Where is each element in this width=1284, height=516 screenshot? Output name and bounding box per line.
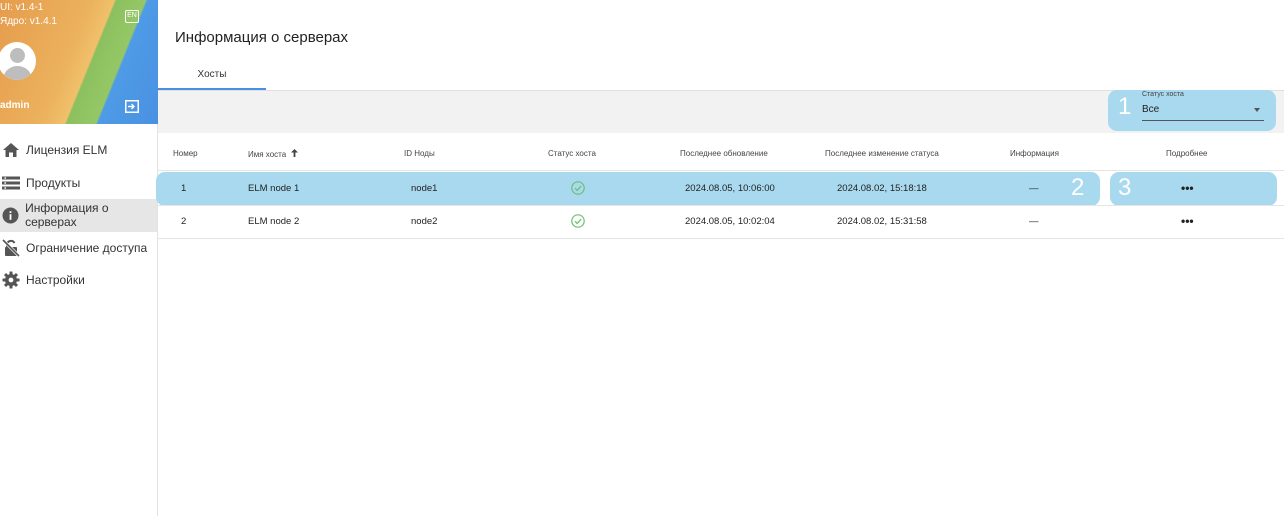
- cell-last-update: 2024.08.05, 10:06:00: [685, 183, 775, 194]
- status-filter-select[interactable]: Все: [1142, 104, 1159, 115]
- more-options-icon[interactable]: •••: [1181, 214, 1194, 228]
- column-header-host-status[interactable]: Статус хоста: [548, 149, 596, 158]
- table-row-divider: [158, 170, 1284, 171]
- profile-header: UI: v1.4-1 Ядро: v1.4.1 EN admin: [0, 0, 158, 124]
- sidebar-item-settings[interactable]: Настройки: [0, 264, 157, 297]
- sidebar-item-label: Настройки: [26, 273, 85, 288]
- language-icon[interactable]: EN: [125, 10, 139, 23]
- callout-number-1: 1: [1118, 93, 1132, 120]
- logout-icon[interactable]: [125, 100, 139, 113]
- status-filter-label: Статус хоста: [1142, 91, 1184, 98]
- sort-arrow-up-icon[interactable]: [291, 149, 299, 159]
- tab-hosts[interactable]: Хосты: [158, 60, 266, 90]
- sidebar-item-label: Информация о серверах: [25, 201, 109, 230]
- column-header-last-status-change[interactable]: Последнее изменение статуса: [825, 149, 939, 158]
- cell-number: 2: [181, 216, 187, 227]
- username: admin: [0, 100, 30, 111]
- column-header-number[interactable]: Номер: [173, 149, 198, 158]
- core-version: Ядро: v1.4.1: [0, 16, 57, 27]
- sidebar-item-server-info[interactable]: Информация о серверах: [0, 199, 157, 232]
- ui-version: UI: v1.4-1: [0, 2, 44, 13]
- column-header-node-id[interactable]: ID Ноды: [404, 149, 435, 158]
- lock-off-icon: [1, 238, 21, 258]
- cell-last-status-change: 2024.08.02, 15:31:58: [837, 216, 927, 227]
- column-header-last-update[interactable]: Последнее обновление: [680, 149, 768, 158]
- sidebar-item-products[interactable]: Продукты: [0, 167, 157, 200]
- sidebar-item-access-restriction[interactable]: Ограничение доступа: [0, 232, 157, 265]
- cell-last-status-change: 2024.08.02, 15:18:18: [837, 183, 927, 194]
- sidebar-item-label: Продукты: [26, 175, 81, 190]
- column-header-details[interactable]: Подробнее: [1166, 149, 1208, 158]
- column-header-info[interactable]: Информация: [1010, 149, 1059, 158]
- avatar: [0, 42, 36, 80]
- status-ok-icon: [571, 214, 585, 228]
- column-header-label: Имя хоста: [248, 150, 287, 159]
- page-title: Информация о серверах: [175, 29, 349, 46]
- cell-number: 1: [181, 183, 187, 194]
- callout-highlight-1: [1108, 90, 1276, 131]
- column-header-hostname[interactable]: Имя хоста: [248, 149, 299, 159]
- sidebar-item-license[interactable]: Лицензия ELM: [0, 134, 157, 167]
- gear-icon: [1, 270, 21, 290]
- table-row-divider: [158, 238, 1284, 239]
- chevron-down-icon[interactable]: [1254, 108, 1260, 112]
- status-filter-underline: [1142, 120, 1264, 121]
- table-row-divider: [158, 205, 1284, 206]
- sidebar-item-label: Ограничение доступа: [26, 240, 148, 255]
- cell-hostname: ELM node 2: [248, 216, 300, 227]
- cell-node-id: node1: [411, 183, 438, 194]
- cell-node-id: node2: [411, 216, 438, 227]
- cell-info: —: [1029, 216, 1039, 227]
- status-ok-icon: [571, 181, 585, 195]
- callout-number-3: 3: [1118, 174, 1132, 201]
- cell-last-update: 2024.08.05, 10:02:04: [685, 216, 775, 227]
- info-icon: [1, 205, 20, 225]
- callout-number-2: 2: [1071, 174, 1085, 201]
- cell-hostname: ELM node 1: [248, 183, 300, 194]
- more-options-icon[interactable]: •••: [1181, 181, 1194, 195]
- list-icon: [1, 173, 21, 193]
- sidebar-nav: Лицензия ELM Продукты Информация о серве…: [0, 134, 157, 297]
- sidebar-item-label: Лицензия ELM: [26, 143, 108, 158]
- home-icon: [1, 140, 21, 160]
- sidebar: UI: v1.4-1 Ядро: v1.4.1 EN admin Лицензи…: [0, 0, 158, 516]
- cell-info: —: [1029, 183, 1039, 194]
